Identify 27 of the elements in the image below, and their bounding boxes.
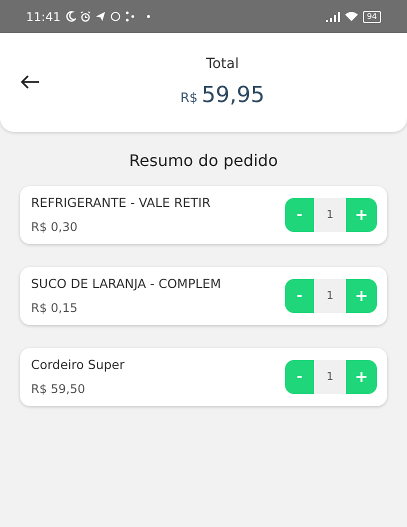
item-price: R$ 0,15 [31,300,79,317]
battery-indicator: 94 [362,10,381,22]
status-time: 11:41 [26,8,61,26]
decrease-button[interactable]: - [285,279,314,313]
item-name: Cordeiro Super [31,356,126,374]
increase-button[interactable]: + [346,360,377,394]
decrease-button[interactable]: - [285,360,314,394]
moon-icon [64,11,76,22]
decrease-button[interactable]: - [285,198,314,232]
total-amount: 59,95 [202,82,265,110]
increase-button[interactable]: + [346,198,377,232]
back-arrow-icon[interactable] [20,75,40,89]
item-name: REFRIGERANTE - VALE RETIR [31,194,212,212]
section-title: Resumo do pedido [128,150,279,172]
alarm-icon [80,11,91,22]
quantity-value: 1 [314,198,346,232]
currency-label: R$ [180,90,198,108]
signal-icon [326,12,340,22]
item-price: R$ 0,30 [31,218,79,236]
quantity-value: 1 [314,279,346,313]
total-label: Total [206,54,239,74]
dot-icon [146,15,150,18]
item-name: SUCO DE LARANJA - COMPLEM [31,275,222,294]
increase-button[interactable]: + [346,279,377,313]
quantity-value: 1 [314,360,346,394]
wifi-icon [344,11,359,22]
item-price: R$ 59,50 [31,380,86,398]
